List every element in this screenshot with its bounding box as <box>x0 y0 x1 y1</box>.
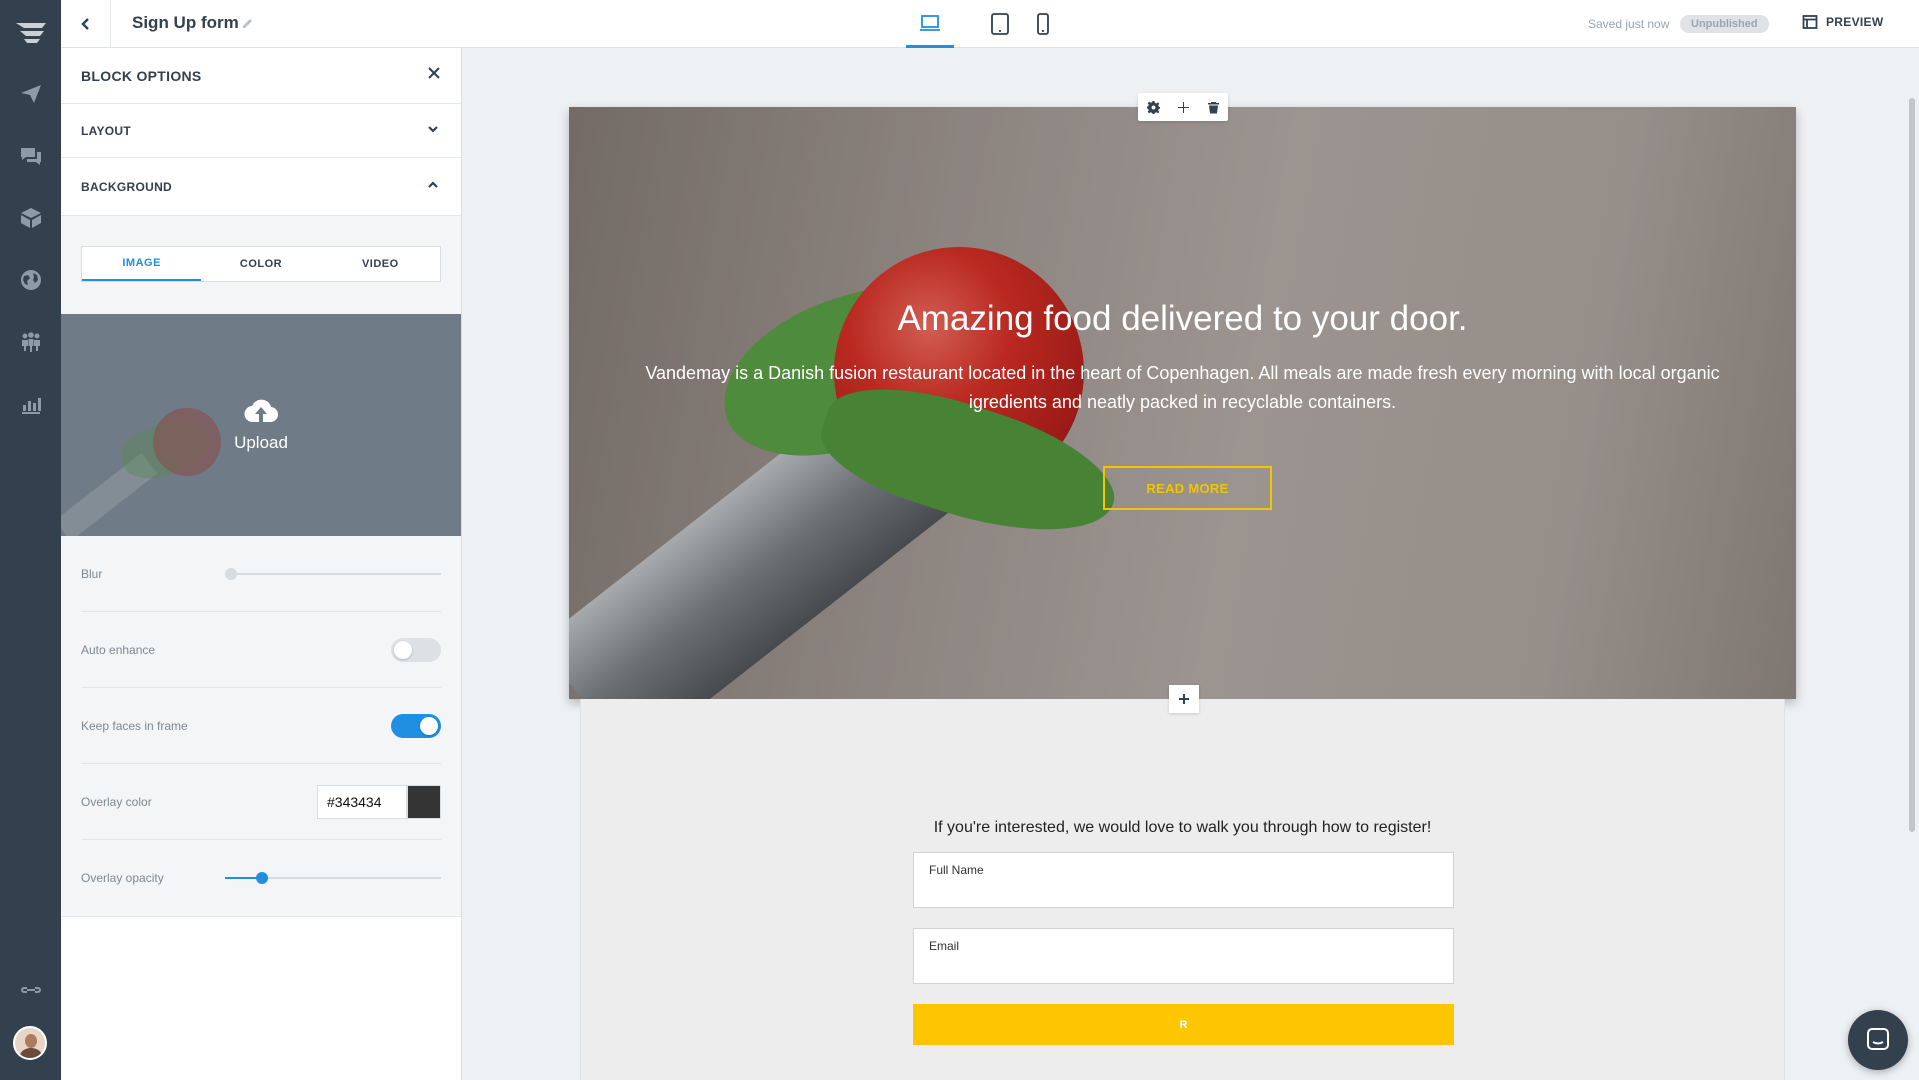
trash-icon[interactable] <box>1207 101 1220 114</box>
image-upload-area[interactable]: Upload <box>61 314 461 536</box>
user-avatar[interactable] <box>13 1026 47 1060</box>
hero-block[interactable]: Amazing food delivered to your door. Van… <box>569 107 1796 699</box>
upload-label: Upload <box>234 433 288 452</box>
hero-subtitle[interactable]: Vandemay is a Danish fusion restaurant l… <box>639 359 1726 417</box>
back-button[interactable] <box>61 0 111 48</box>
upload-prompt: Upload <box>61 398 461 453</box>
background-section-toggle[interactable]: BACKGROUND <box>61 158 461 216</box>
auto-enhance-option: Auto enhance <box>81 612 441 688</box>
blur-label: Blur <box>81 566 103 581</box>
tab-video[interactable]: VIDEO <box>321 247 440 281</box>
logo-icon[interactable] <box>0 12 61 52</box>
pencil-icon <box>243 19 252 28</box>
paper-plane-icon[interactable] <box>0 74 61 114</box>
auto-enhance-label: Auto enhance <box>81 642 156 657</box>
gear-icon[interactable] <box>1146 100 1160 114</box>
app-nav-rail <box>0 0 61 1080</box>
phone-icon <box>1037 13 1049 35</box>
people-icon[interactable] <box>0 322 61 362</box>
email-label: Email <box>929 939 960 953</box>
tablet-icon <box>991 13 1009 35</box>
overlay-color-swatch[interactable] <box>407 784 441 819</box>
email-field[interactable]: Email <box>913 928 1454 984</box>
submit-button[interactable]: R <box>913 1004 1454 1045</box>
panel-title: BLOCK OPTIONS <box>81 67 202 84</box>
block-options-panel: BLOCK OPTIONS LAYOUT BACKGROUND IMAGE CO… <box>61 48 462 1080</box>
chevron-left-icon <box>80 18 89 30</box>
form-intro-text[interactable]: If you're interested, we would love to w… <box>581 819 1784 837</box>
page-title: Sign Up form <box>132 13 239 32</box>
blur-option: Blur <box>81 536 441 612</box>
hero-title[interactable]: Amazing food delivered to your door. <box>569 299 1796 339</box>
mobile-view-button[interactable] <box>1019 0 1067 48</box>
save-status: Saved just now <box>1588 17 1670 31</box>
overlay-color-label: Overlay color <box>81 794 152 809</box>
preview-button[interactable]: PREVIEW <box>1802 14 1883 30</box>
top-bar: Sign Up form Saved just now Unpublished … <box>61 0 1919 48</box>
publish-status-badge: Unpublished <box>1680 15 1769 33</box>
preview-icon <box>1802 15 1818 29</box>
canvas-scrollbar[interactable] <box>1909 98 1915 832</box>
tablet-view-button[interactable] <box>976 0 1024 48</box>
background-type-tabs: IMAGE COLOR VIDEO <box>81 246 441 282</box>
overlay-opacity-slider[interactable] <box>225 870 441 886</box>
plus-icon[interactable] <box>1177 101 1190 114</box>
preview-label: PREVIEW <box>1826 15 1884 29</box>
read-more-button[interactable]: READ MORE <box>1103 466 1272 510</box>
close-icon <box>428 67 440 79</box>
chat-bubbles-icon[interactable] <box>0 136 61 176</box>
panel-header: BLOCK OPTIONS <box>61 48 461 104</box>
blur-slider[interactable] <box>225 566 441 582</box>
chevron-down-icon <box>427 122 439 140</box>
cloud-upload-icon <box>244 399 279 423</box>
keep-faces-label: Keep faces in frame <box>81 718 188 733</box>
layout-section-toggle[interactable]: LAYOUT <box>61 104 461 158</box>
box-icon[interactable] <box>0 198 61 238</box>
keep-faces-option: Keep faces in frame <box>81 688 441 764</box>
link-icon[interactable] <box>0 970 61 1010</box>
signup-form-block[interactable]: If you're interested, we would love to w… <box>580 699 1785 1080</box>
edit-title-button[interactable] <box>241 16 255 30</box>
blur-slider-handle[interactable] <box>225 567 237 580</box>
bar-chart-icon[interactable] <box>0 384 61 424</box>
editor-canvas: Amazing food delivered to your door. Van… <box>462 48 1919 1080</box>
background-section-body: IMAGE COLOR VIDEO Upload Blur Auto enhan… <box>61 216 461 917</box>
laptop-icon <box>920 14 940 31</box>
add-block-button[interactable] <box>1169 685 1199 713</box>
full-name-label: Full Name <box>929 863 984 877</box>
chat-icon <box>1867 1028 1889 1050</box>
chat-launcher-button[interactable] <box>1848 1010 1908 1070</box>
auto-enhance-toggle[interactable] <box>391 637 441 662</box>
plus-icon <box>1179 694 1189 704</box>
tab-image[interactable]: IMAGE <box>82 247 202 281</box>
keep-faces-toggle[interactable] <box>391 713 441 738</box>
background-options: Blur Auto enhance Keep faces in frame Ov… <box>61 536 461 917</box>
layout-section-label: LAYOUT <box>81 123 132 138</box>
overlay-color-input[interactable]: #343434 <box>317 784 407 819</box>
overlay-color-option: Overlay color #343434 <box>81 764 441 840</box>
overlay-opacity-option: Overlay opacity <box>81 840 441 916</box>
overlay-opacity-label: Overlay opacity <box>81 871 164 885</box>
close-panel-button[interactable] <box>427 66 441 85</box>
block-toolbar <box>1138 93 1228 121</box>
overlay-opacity-handle[interactable] <box>255 872 268 884</box>
globe-icon[interactable] <box>0 260 61 300</box>
chevron-up-icon <box>427 178 439 196</box>
tab-color[interactable]: COLOR <box>201 247 320 281</box>
background-section-label: BACKGROUND <box>81 179 172 194</box>
desktop-view-button[interactable] <box>906 0 954 48</box>
full-name-field[interactable]: Full Name <box>913 852 1454 908</box>
